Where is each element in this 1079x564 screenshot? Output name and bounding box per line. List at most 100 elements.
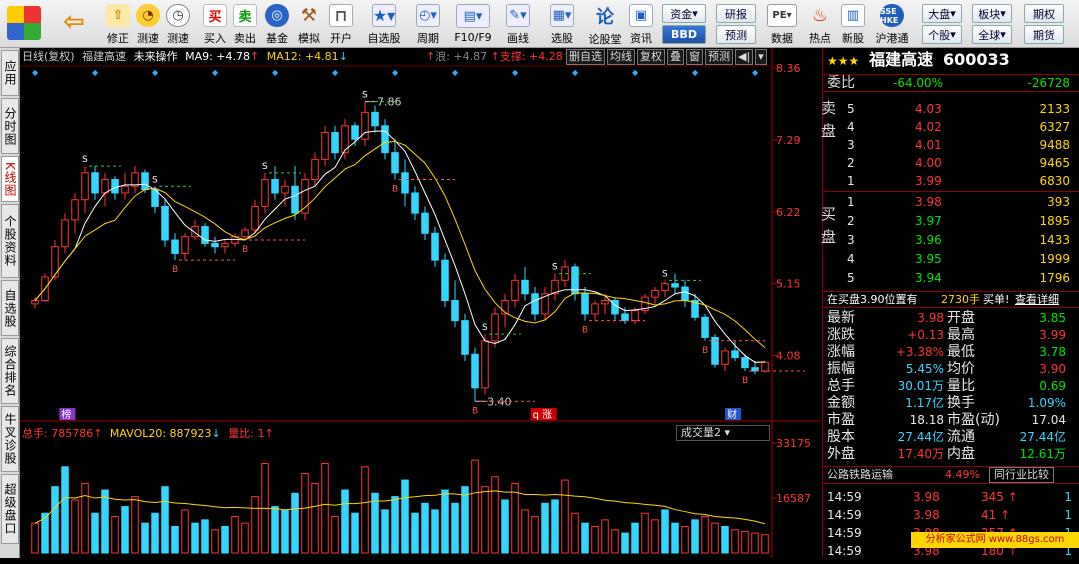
f10-label: F10/F9 [454, 31, 492, 44]
tick-row: 14:59 3.98 41 ↑ 1 [823, 507, 1079, 523]
candle-body [331, 132, 339, 154]
bid-row: 5 3.94 1796 [823, 270, 1079, 286]
quote-row: 总手 30.01万 量比 0.69 [823, 378, 1079, 394]
volume-bar [591, 525, 599, 554]
logo-icon[interactable] [3, 2, 45, 46]
volume-bar [701, 516, 709, 554]
candle-body [601, 299, 609, 305]
tab-apps[interactable]: 应用 [1, 50, 19, 96]
tab-diagnosis[interactable]: 牛叉诊股 [1, 406, 19, 472]
simulate-button[interactable]: ⚒ 模拟 [294, 2, 324, 46]
news-button[interactable]: ▣ 资讯 [626, 2, 656, 46]
qiquan-button[interactable]: 期权 [1024, 4, 1064, 23]
quote-value: +3.38% [895, 345, 944, 359]
notice-row[interactable]: 在买盘3.90位置有 2730手 买单! 查看详细 [823, 291, 1079, 308]
quote-label-2: 市盈(动) [947, 412, 1000, 428]
volume-bar [111, 516, 119, 554]
candle-body [761, 361, 769, 372]
volume-bar [101, 489, 109, 554]
tab-ranking[interactable]: 综合排名 [1, 338, 19, 404]
period-button[interactable]: ◴▾ 周期 [408, 2, 448, 46]
tick-price: 3.98 [913, 490, 940, 504]
back-button[interactable]: ⇦ [58, 2, 90, 46]
report-label: 研报 [725, 7, 747, 21]
qihuo-button[interactable]: 期货 [1024, 25, 1064, 44]
bid-price: 3.97 [915, 214, 942, 228]
ask-price: 4.03 [915, 102, 942, 116]
data-button[interactable]: PE▾ 数据 [764, 2, 800, 46]
forecast-button[interactable]: 预测 [716, 25, 756, 44]
tab-stock-profile[interactable]: 个股资料 [1, 204, 19, 278]
volume-indicator-select[interactable]: 成交量2 ▾ [676, 425, 770, 441]
signal-diamond-icon: ◆ [452, 68, 459, 77]
volume-bar [391, 496, 399, 554]
candle-body [191, 226, 199, 238]
quote-value-2: 17.04 [1031, 413, 1066, 427]
industry-compare-button[interactable]: 同行业比较 [989, 467, 1054, 483]
candle-body [461, 320, 469, 355]
event-marker-label: 榜 [61, 408, 71, 421]
signal-diamond-icon: ◆ [332, 68, 339, 77]
buy-signal-marker: B [582, 326, 588, 336]
dapan-button[interactable]: 大盘 ▾ [922, 4, 962, 23]
volume-bar [521, 509, 529, 554]
volume-bar [51, 486, 59, 554]
volume-bar [461, 486, 469, 554]
candle-body [271, 179, 279, 194]
candle-body [621, 313, 629, 322]
sse-hk-button[interactable]: SSE HKE 沪港通 [872, 2, 912, 46]
hotspot-button[interactable]: ♨ 热点 [805, 2, 835, 46]
signal-diamond-icon: ◆ [752, 68, 759, 77]
open-account-button[interactable]: ⊓ 开户 [326, 2, 356, 46]
tab-watchlist[interactable]: 自选股 [1, 280, 19, 336]
buy-button[interactable]: 买 买入 [200, 2, 230, 46]
volume-axis-label: 33175 [776, 437, 811, 450]
volume-bar [761, 534, 769, 554]
candle-body [581, 293, 589, 315]
book-divider [823, 191, 1079, 192]
draw-line-button[interactable]: ✎▾ 画线 [498, 2, 538, 46]
volume-bar [371, 492, 379, 554]
f10-button[interactable]: ▤▾ F10/F9 [450, 2, 496, 46]
quanqiu-button[interactable]: 全球 ▾ [972, 25, 1012, 44]
kline-chart-area[interactable]: 日线(复权) 福建高速 未来操作 MA9: +4.78↑ MA12: +4.81… [20, 48, 820, 558]
sell-button[interactable]: 卖 卖出 [230, 2, 260, 46]
sell-signal-marker: S [662, 269, 668, 279]
tab-super-orderbook[interactable]: 超级盘口 [1, 474, 19, 544]
tab-intraday[interactable]: 分时图 [1, 98, 19, 154]
candle-body [221, 242, 229, 248]
dapan-label: 大盘 [928, 7, 951, 21]
volume-bar [691, 519, 699, 554]
quote-value: 27.44亿 [897, 430, 944, 444]
notice-volume: 2730手 [941, 293, 980, 306]
zijin-button[interactable]: 资金 ▾ [662, 4, 706, 23]
candle-body [721, 350, 729, 365]
stock-pick-button[interactable]: ▦▾ 选股 [542, 2, 582, 46]
volume-bar [581, 522, 589, 554]
volume-bar [81, 482, 89, 554]
fund-button[interactable]: ◎ 基金 [262, 2, 292, 46]
forum-button[interactable]: 论 论股堂 [588, 2, 622, 46]
watchlist-button[interactable]: ★▾ 自选股 [364, 2, 404, 46]
bid-row: 4 3.95 1999 [823, 251, 1079, 267]
correct-button[interactable]: ⇧ 修正 [103, 2, 133, 46]
sell-signal-marker: S [262, 162, 268, 172]
fund-label: 基金 [266, 32, 288, 45]
bbd-button[interactable]: BBD [662, 25, 706, 44]
bankuai-button[interactable]: 板块 ▾ [972, 4, 1012, 23]
bid-volume: 1895 [1039, 214, 1070, 228]
clock-button[interactable]: ◷ 测速 [163, 2, 193, 46]
report-button[interactable]: 研报 [716, 4, 756, 23]
speed-test-button[interactable]: ◔ 测速 [133, 2, 163, 46]
quote-row: 金额 1.17亿 换手 1.09% [823, 395, 1079, 411]
sell-label: 卖出 [234, 32, 256, 45]
gegu-button[interactable]: 个股 ▾ [922, 25, 962, 44]
watchlist-label: 自选股 [367, 32, 401, 45]
notice-detail-link[interactable]: 查看详细 [1015, 292, 1059, 308]
tab-kline[interactable]: K线图 [1, 156, 19, 202]
correct-label: 修正 [107, 32, 129, 45]
quote-label-2: 换手 [947, 395, 975, 411]
new-stock-button[interactable]: ▥ 新股 [838, 2, 868, 46]
candle-body [651, 289, 659, 298]
weibi-value: -64.00% [893, 76, 944, 90]
